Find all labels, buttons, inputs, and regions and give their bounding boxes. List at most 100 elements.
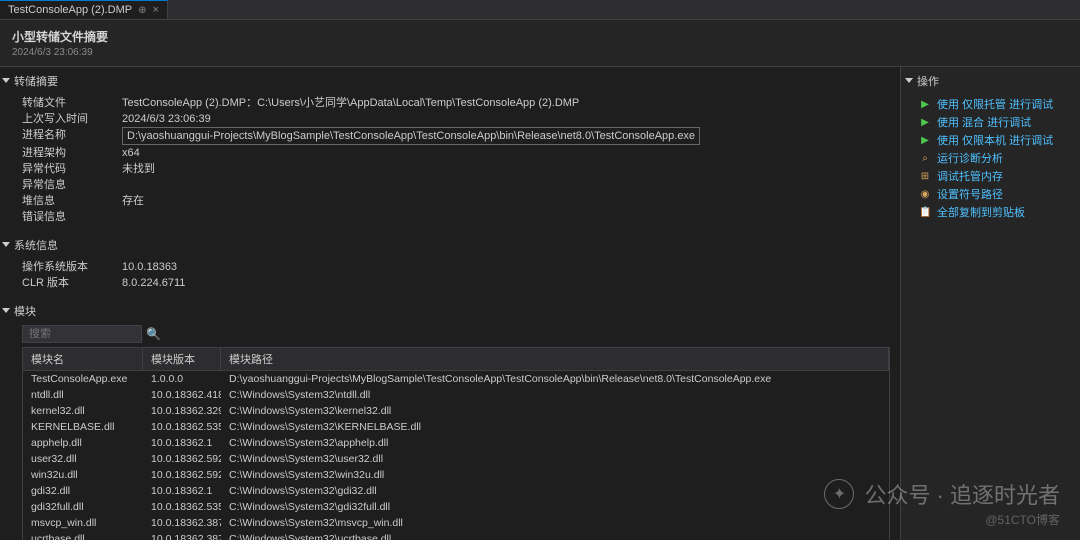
module-name: ntdll.dll bbox=[23, 387, 143, 403]
modules-table-header: 模块名 模块版本 模块路径 bbox=[23, 348, 889, 371]
module-version: 10.0.18362.592 bbox=[143, 451, 221, 467]
system-info-header[interactable]: 系统信息 bbox=[2, 235, 898, 255]
action-link[interactable]: ▶ 使用 仅限本机 进行调试 bbox=[919, 131, 1076, 149]
modules-header[interactable]: 模块 bbox=[2, 301, 898, 321]
module-row[interactable]: msvcp_win.dll10.0.18362.387C:\Windows\Sy… bbox=[23, 515, 889, 531]
action-label: 使用 仅限托管 进行调试 bbox=[937, 96, 1053, 112]
summary-header: 小型转储文件摘要 2024/6/3 23:06:39 bbox=[0, 20, 1080, 67]
action-icon: ▶ bbox=[919, 99, 931, 110]
module-name: gdi32full.dll bbox=[23, 499, 143, 515]
module-path: C:\Windows\System32\gdi32full.dll bbox=[221, 499, 889, 515]
dump-summary-header[interactable]: 转储摘要 bbox=[2, 71, 898, 91]
system-info-section: 系统信息 操作系统版本10.0.18363 CLR 版本8.0.224.6711 bbox=[2, 235, 898, 295]
action-link[interactable]: ▶ 使用 仅限托管 进行调试 bbox=[919, 95, 1076, 113]
action-icon: ⌕ bbox=[919, 153, 931, 164]
module-path: C:\Windows\System32\ntdll.dll bbox=[221, 387, 889, 403]
label-exception-code: 异常代码 bbox=[22, 161, 122, 177]
page-datetime: 2024/6/3 23:06:39 bbox=[12, 47, 1068, 58]
module-name: KERNELBASE.dll bbox=[23, 419, 143, 435]
module-row[interactable]: kernel32.dll10.0.18362.329C:\Windows\Sys… bbox=[23, 403, 889, 419]
col-module-version[interactable]: 模块版本 bbox=[143, 348, 221, 370]
module-version: 10.0.18362.1 bbox=[143, 435, 221, 451]
module-version: 10.0.18362.418 bbox=[143, 387, 221, 403]
modules-table: 模块名 模块版本 模块路径 TestConsoleApp.exe1.0.0.0D… bbox=[22, 347, 890, 540]
label-clr-version: CLR 版本 bbox=[22, 275, 122, 291]
value-dump-file: TestConsoleApp (2).DMP：C:\Users\小艺同学\App… bbox=[122, 95, 579, 111]
module-row[interactable]: TestConsoleApp.exe1.0.0.0D:\yaoshuanggui… bbox=[23, 371, 889, 387]
module-path: C:\Windows\System32\apphelp.dll bbox=[221, 435, 889, 451]
module-name: msvcp_win.dll bbox=[23, 515, 143, 531]
module-path: C:\Windows\System32\KERNELBASE.dll bbox=[221, 419, 889, 435]
module-name: kernel32.dll bbox=[23, 403, 143, 419]
col-module-name[interactable]: 模块名 bbox=[23, 348, 143, 370]
value-arch: x64 bbox=[122, 145, 140, 161]
col-module-path[interactable]: 模块路径 bbox=[221, 348, 889, 370]
value-last-write: 2024/6/3 23:06:39 bbox=[122, 111, 211, 127]
chevron-down-icon bbox=[905, 78, 913, 83]
label-os-version: 操作系统版本 bbox=[22, 259, 122, 275]
module-version: 1.0.0.0 bbox=[143, 371, 221, 387]
module-version: 10.0.18362.535 bbox=[143, 499, 221, 515]
pin-icon[interactable]: ⊕ bbox=[138, 5, 146, 16]
module-search-input[interactable] bbox=[22, 325, 142, 343]
value-clr-version: 8.0.224.6711 bbox=[122, 275, 185, 291]
action-link[interactable]: 📋全部复制到剪贴板 bbox=[919, 203, 1076, 221]
action-label: 调试托管内存 bbox=[937, 168, 1003, 184]
module-version: 10.0.18362.1 bbox=[143, 483, 221, 499]
module-row[interactable]: ucrtbase.dll10.0.18362.387C:\Windows\Sys… bbox=[23, 531, 889, 540]
chevron-down-icon bbox=[2, 242, 10, 247]
action-icon: ⊞ bbox=[919, 171, 931, 182]
chevron-down-icon bbox=[2, 78, 10, 83]
module-version: 10.0.18362.387 bbox=[143, 515, 221, 531]
label-last-write: 上次写入时间 bbox=[22, 111, 122, 127]
modules-section: 模块 🔍 模块名 模块版本 模块路径 TestConsoleApp.exe1.0… bbox=[2, 301, 898, 540]
module-row[interactable]: gdi32full.dll10.0.18362.535C:\Windows\Sy… bbox=[23, 499, 889, 515]
action-label: 使用 混合 进行调试 bbox=[937, 114, 1031, 130]
module-version: 10.0.18362.329 bbox=[143, 403, 221, 419]
module-row[interactable]: KERNELBASE.dll10.0.18362.535C:\Windows\S… bbox=[23, 419, 889, 435]
module-name: win32u.dll bbox=[23, 467, 143, 483]
module-row[interactable]: ntdll.dll10.0.18362.418C:\Windows\System… bbox=[23, 387, 889, 403]
module-name: apphelp.dll bbox=[23, 435, 143, 451]
module-path: C:\Windows\System32\gdi32.dll bbox=[221, 483, 889, 499]
module-version: 10.0.18362.387 bbox=[143, 531, 221, 540]
module-row[interactable]: user32.dll10.0.18362.592C:\Windows\Syste… bbox=[23, 451, 889, 467]
module-name: ucrtbase.dll bbox=[23, 531, 143, 540]
module-name: gdi32.dll bbox=[23, 483, 143, 499]
label-error: 错误信息 bbox=[22, 209, 122, 225]
module-row[interactable]: apphelp.dll10.0.18362.1C:\Windows\System… bbox=[23, 435, 889, 451]
module-version: 10.0.18362.592 bbox=[143, 467, 221, 483]
value-heap: 存在 bbox=[122, 193, 144, 209]
label-process-name: 进程名称 bbox=[22, 127, 122, 145]
module-path: C:\Windows\System32\msvcp_win.dll bbox=[221, 515, 889, 531]
action-label: 使用 仅限本机 进行调试 bbox=[937, 132, 1053, 148]
action-link[interactable]: ⌕ 运行诊断分析 bbox=[919, 149, 1076, 167]
document-tab[interactable]: TestConsoleApp (2).DMP ⊕ × bbox=[0, 0, 168, 19]
actions-header[interactable]: 操作 bbox=[905, 71, 1076, 91]
action-label: 全部复制到剪贴板 bbox=[937, 204, 1025, 220]
search-icon[interactable]: 🔍 bbox=[146, 327, 161, 341]
action-icon: ▶ bbox=[919, 117, 931, 128]
main-content: 转储摘要 转储文件TestConsoleApp (2).DMP：C:\Users… bbox=[0, 67, 900, 540]
action-link[interactable]: ▶ 使用 混合 进行调试 bbox=[919, 113, 1076, 131]
tab-bar: TestConsoleApp (2).DMP ⊕ × bbox=[0, 0, 1080, 20]
module-row[interactable]: gdi32.dll10.0.18362.1C:\Windows\System32… bbox=[23, 483, 889, 499]
value-exception-code: 未找到 bbox=[122, 161, 155, 177]
action-label: 设置符号路径 bbox=[937, 186, 1003, 202]
dump-summary-section: 转储摘要 转储文件TestConsoleApp (2).DMP：C:\Users… bbox=[2, 71, 898, 229]
action-icon: ◉ bbox=[919, 189, 931, 200]
action-link[interactable]: ⊞ 调试托管内存 bbox=[919, 167, 1076, 185]
label-arch: 进程架构 bbox=[22, 145, 122, 161]
module-path: C:\Windows\System32\win32u.dll bbox=[221, 467, 889, 483]
module-path: D:\yaoshuanggui-Projects\MyBlogSample\Te… bbox=[221, 371, 889, 387]
close-icon[interactable]: × bbox=[153, 4, 159, 16]
page-title: 小型转储文件摘要 bbox=[12, 28, 1068, 45]
module-path: C:\Windows\System32\kernel32.dll bbox=[221, 403, 889, 419]
module-version: 10.0.18362.535 bbox=[143, 419, 221, 435]
value-os-version: 10.0.18363 bbox=[122, 259, 177, 275]
action-icon: ▶ bbox=[919, 135, 931, 146]
action-link[interactable]: ◉ 设置符号路径 bbox=[919, 185, 1076, 203]
tab-title: TestConsoleApp (2).DMP bbox=[8, 4, 132, 16]
module-row[interactable]: win32u.dll10.0.18362.592C:\Windows\Syste… bbox=[23, 467, 889, 483]
action-label: 运行诊断分析 bbox=[937, 150, 1003, 166]
